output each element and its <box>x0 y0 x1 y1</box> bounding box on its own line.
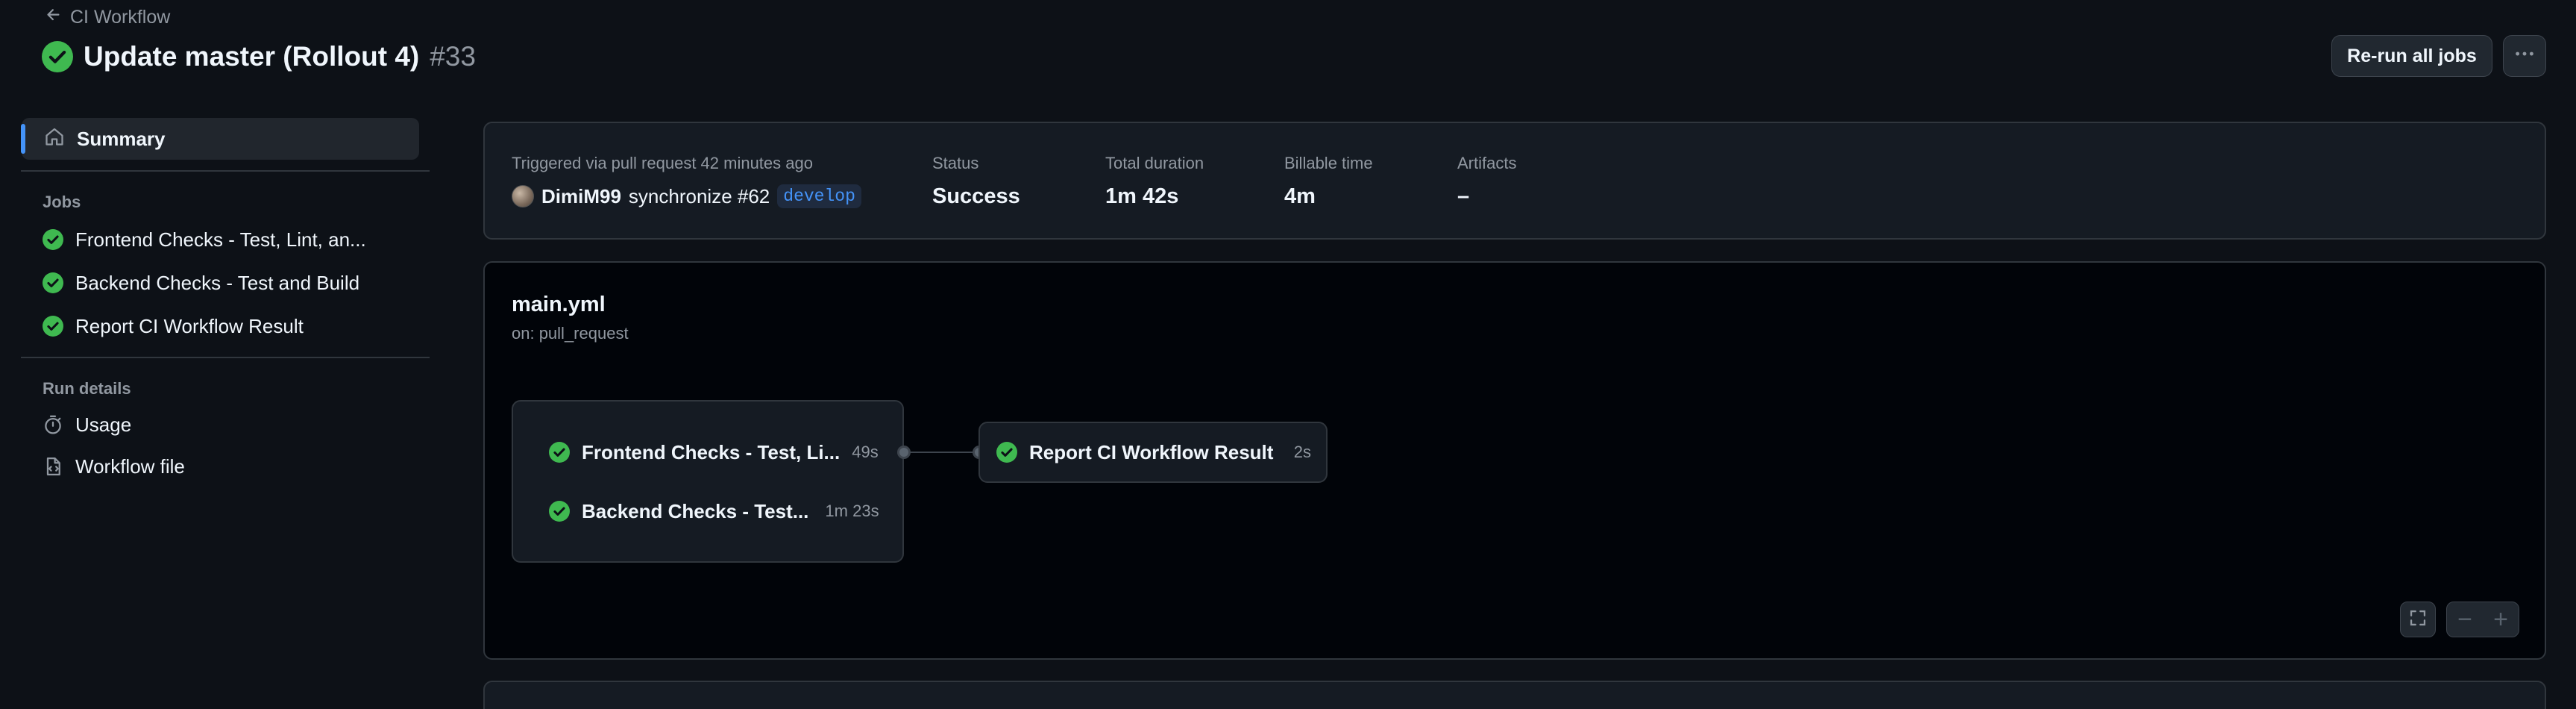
status-label: Status <box>932 154 979 172</box>
artifacts-label: Artifacts <box>1457 154 1517 172</box>
job-duration: 49s <box>852 443 879 461</box>
sidebar-item-label: Backend Checks - Test and Build <box>75 271 360 294</box>
header-actions: Re-run all jobs <box>2331 35 2546 77</box>
artifacts-value: – <box>1457 184 1470 208</box>
billable-value[interactable]: 4m <box>1284 184 1373 209</box>
trigger-user-link[interactable]: DimiM99 <box>541 185 621 208</box>
zoom-in-button[interactable]: + <box>2483 602 2519 637</box>
success-check-icon <box>996 442 1017 463</box>
job-group: Frontend Checks - Test, Li... 49s Backen… <box>512 400 904 563</box>
page-title: Update master (Rollout 4) <box>84 41 420 72</box>
zoom-out-button[interactable]: − <box>2447 602 2483 637</box>
artifacts-stat: Artifacts – <box>1457 152 1516 209</box>
sidebar-item-report-result[interactable]: Report CI Workflow Result <box>21 304 430 348</box>
annotations-card <box>483 681 2546 709</box>
job-name: Report CI Workflow Result <box>1029 440 1274 463</box>
success-check-icon <box>42 41 73 72</box>
graph-job-report-result[interactable]: Report CI Workflow Result 2s <box>978 422 1328 483</box>
graph-controls: − + <box>2400 602 2519 637</box>
sidebar: Summary Jobs Frontend Checks - Test, Lin… <box>21 118 430 488</box>
trigger-text: Triggered via pull request 42 minutes ag… <box>512 154 813 172</box>
sidebar-item-usage[interactable]: Usage <box>21 403 430 446</box>
sidebar-item-workflow-file[interactable]: Workflow file <box>21 445 430 488</box>
arrow-left-icon <box>45 6 63 29</box>
success-check-icon <box>549 442 570 463</box>
more-options-button[interactable] <box>2503 35 2546 77</box>
kebab-horizontal-icon <box>2513 43 2536 70</box>
sidebar-item-summary[interactable]: Summary <box>21 118 419 160</box>
graph-job-backend-checks[interactable]: Backend Checks - Test... 1m 23s <box>549 496 879 526</box>
status-value: Success <box>932 184 1020 208</box>
home-icon <box>44 126 65 152</box>
workflow-run-page: CI Workflow Update master (Rollout 4) #3… <box>0 0 2576 709</box>
duration-value: 1m 42s <box>1105 184 1179 208</box>
file-code-icon <box>43 456 63 477</box>
back-link-label[interactable]: CI Workflow <box>70 7 170 28</box>
billable-label: Billable time <box>1284 154 1373 172</box>
workflow-graph-card: main.yml on: pull_request Frontend Check… <box>483 261 2546 660</box>
job-name: Frontend Checks - Test, Li... <box>582 440 841 463</box>
run-title: Update master (Rollout 4) #33 <box>42 37 476 76</box>
run-number: #33 <box>430 41 476 72</box>
status-stat: Status Success <box>932 152 1020 209</box>
sidebar-item-label: Usage <box>75 413 132 436</box>
trigger-action-link[interactable]: synchronize #62 <box>629 185 770 208</box>
billable-stat: Billable time 4m <box>1284 152 1373 209</box>
success-check-icon <box>43 229 63 250</box>
sidebar-item-label: Report CI Workflow Result <box>75 314 304 337</box>
trigger-info: Triggered via pull request 42 minutes ag… <box>512 152 861 208</box>
fullscreen-icon <box>2408 608 2428 631</box>
stopwatch-icon <box>43 414 63 435</box>
job-duration: 2s <box>1293 443 1311 461</box>
sidebar-item-label: Summary <box>77 127 166 150</box>
job-connector-line <box>905 452 979 453</box>
sidebar-divider <box>21 170 430 172</box>
sidebar-item-frontend-checks[interactable]: Frontend Checks - Test, Lint, an... <box>21 218 430 261</box>
zoom-controls: − + <box>2446 602 2519 637</box>
success-check-icon <box>549 501 570 522</box>
avatar[interactable] <box>512 185 534 207</box>
run-summary-card: Triggered via pull request 42 minutes ag… <box>483 122 2546 240</box>
run-details-heading: Run details <box>43 379 131 398</box>
fullscreen-button[interactable] <box>2400 602 2436 637</box>
jobs-heading: Jobs <box>43 193 81 211</box>
duration-stat: Total duration 1m 42s <box>1105 152 1204 209</box>
duration-label: Total duration <box>1105 154 1204 172</box>
workflow-file-name: main.yml <box>512 293 606 316</box>
back-to-workflow-link[interactable]: CI Workflow <box>45 4 170 30</box>
sidebar-item-label: Workflow file <box>75 455 185 478</box>
sidebar-divider <box>21 357 430 358</box>
graph-job-frontend-checks[interactable]: Frontend Checks - Test, Li... 49s <box>549 437 879 467</box>
sidebar-item-label: Frontend Checks - Test, Lint, an... <box>75 228 366 251</box>
job-duration: 1m 23s <box>825 502 879 520</box>
rerun-all-jobs-button[interactable]: Re-run all jobs <box>2331 35 2492 77</box>
sidebar-item-backend-checks[interactable]: Backend Checks - Test and Build <box>21 261 430 304</box>
connector-port <box>897 446 911 459</box>
branch-badge[interactable]: develop <box>777 184 861 208</box>
workflow-trigger: on: pull_request <box>512 324 629 343</box>
success-check-icon <box>43 272 63 293</box>
success-check-icon <box>43 316 63 337</box>
job-name: Backend Checks - Test... <box>582 499 809 522</box>
